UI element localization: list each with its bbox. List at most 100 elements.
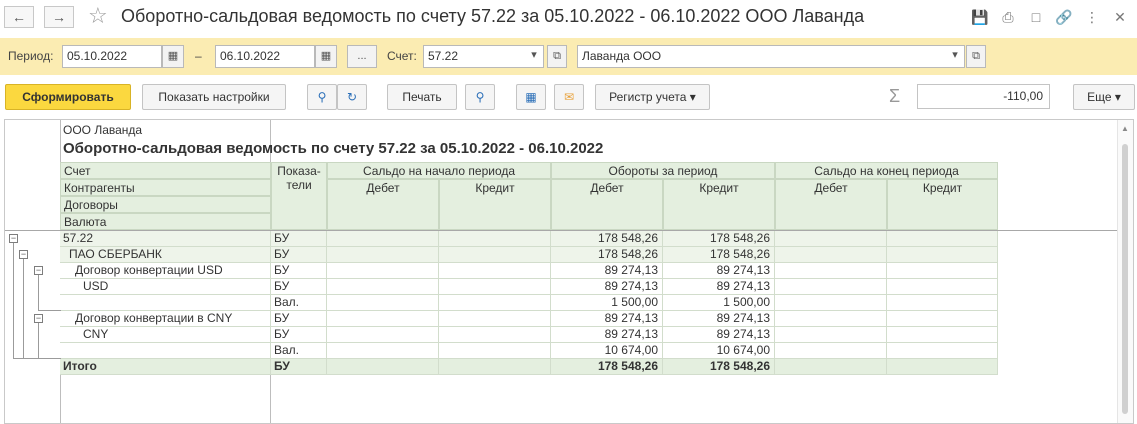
close-icon[interactable]: ✕ xyxy=(1111,8,1129,26)
search-next-icon[interactable]: ↻ xyxy=(337,84,367,110)
tree-line xyxy=(13,243,14,358)
save-icon[interactable]: 💾 xyxy=(971,8,989,26)
row-indicator: Вал. xyxy=(271,343,327,359)
more-dropdown[interactable]: Еще ▾ xyxy=(1073,84,1135,110)
tree-line xyxy=(13,358,61,359)
collapse-toggle-icon[interactable]: − xyxy=(9,234,18,243)
empty-cell xyxy=(327,279,439,295)
turnover-debit: 178 548,26 xyxy=(551,359,663,375)
calendar-icon[interactable]: ▦ xyxy=(162,45,184,68)
star-icon[interactable]: ☆ xyxy=(88,3,108,29)
header-credit: Кредит xyxy=(887,179,998,230)
register-dropdown[interactable]: Регистр учета ▾ xyxy=(595,84,710,110)
empty-cell xyxy=(439,279,551,295)
row-indicator: БУ xyxy=(271,327,327,343)
empty-cell xyxy=(327,343,439,359)
header-opening-balance: Сальдо на начало периода xyxy=(327,162,551,179)
empty-cell xyxy=(327,311,439,327)
empty-cell xyxy=(775,263,887,279)
print-button[interactable]: Печать xyxy=(387,84,457,110)
collapse-toggle-icon[interactable]: − xyxy=(19,250,28,259)
turnover-debit: 89 274,13 xyxy=(551,263,663,279)
empty-cell xyxy=(887,359,998,375)
collapse-toggle-icon[interactable]: − xyxy=(34,314,43,323)
empty-cell xyxy=(887,231,998,247)
date-from-input[interactable]: 05.10.2022 xyxy=(62,45,162,68)
row-indicator: БУ xyxy=(271,231,327,247)
scroll-up-icon[interactable]: ▲ xyxy=(1121,124,1129,133)
row-name xyxy=(60,295,271,311)
tree-line xyxy=(23,358,24,359)
row-name xyxy=(60,343,271,359)
row-name: Договор конвертации в CNY xyxy=(60,311,271,327)
command-bar: Сформировать Показать настройки ⚲ ↻ Печа… xyxy=(0,84,1137,112)
date-to-input[interactable]: 06.10.2022 xyxy=(215,45,315,68)
empty-cell xyxy=(887,327,998,343)
save-disk-icon[interactable]: ▦ xyxy=(516,84,546,110)
open-icon[interactable]: ⧉ xyxy=(547,45,567,68)
header-indicators: Показа- тели xyxy=(271,162,327,230)
empty-cell xyxy=(327,263,439,279)
empty-cell xyxy=(439,263,551,279)
empty-cell xyxy=(775,247,887,263)
header-debit: Дебет xyxy=(775,179,887,230)
turnover-credit: 89 274,13 xyxy=(663,311,775,327)
header-account: Счет xyxy=(60,162,271,179)
empty-cell xyxy=(775,279,887,295)
header-debit: Дебет xyxy=(551,179,663,230)
report-title: Оборотно-сальдовая ведомость по счету 57… xyxy=(63,140,604,157)
row-indicator: БУ xyxy=(271,247,327,263)
empty-cell xyxy=(327,247,439,263)
empty-cell xyxy=(775,311,887,327)
empty-cell xyxy=(887,311,998,327)
turnover-credit: 89 274,13 xyxy=(663,279,775,295)
print-preview-icon[interactable]: ⚲ xyxy=(465,84,495,110)
empty-cell xyxy=(775,327,887,343)
link-icon[interactable]: 🔗 xyxy=(1055,8,1073,26)
scroll-thumb[interactable] xyxy=(1122,144,1128,414)
empty-cell xyxy=(327,231,439,247)
turnover-debit: 178 548,26 xyxy=(551,231,663,247)
search-icon[interactable]: ⚲ xyxy=(307,84,337,110)
mail-icon[interactable]: ✉ xyxy=(554,84,584,110)
row-name: 57.22 xyxy=(60,231,271,247)
chevron-down-icon: ▾ xyxy=(1114,90,1121,104)
empty-cell xyxy=(775,343,887,359)
calendar-icon[interactable]: ▦ xyxy=(315,45,337,68)
turnover-debit: 89 274,13 xyxy=(551,311,663,327)
turnover-credit: 178 548,26 xyxy=(663,247,775,263)
params-panel: Период: 05.10.2022 ▦ – 06.10.2022 ▦ ... … xyxy=(0,38,1137,75)
sum-field: -110,00 xyxy=(917,84,1050,109)
forward-arrow-icon[interactable]: → xyxy=(44,6,74,28)
show-settings-button[interactable]: Показать настройки xyxy=(142,84,286,110)
generate-button[interactable]: Сформировать xyxy=(5,84,131,110)
more-vertical-icon[interactable]: ⋮ xyxy=(1083,8,1101,26)
empty-cell xyxy=(439,343,551,359)
header-counterparty: Контрагенты xyxy=(60,179,271,196)
header-closing-balance: Сальдо на конец периода xyxy=(775,162,998,179)
dropdown-icon[interactable]: ▾ xyxy=(524,45,544,68)
dropdown-icon[interactable]: ▾ xyxy=(945,45,965,68)
empty-cell xyxy=(439,247,551,263)
collapse-toggle-icon[interactable]: − xyxy=(34,266,43,275)
header-contract: Договоры xyxy=(60,196,271,213)
report-org-name: ООО Лаванда xyxy=(63,123,143,137)
open-icon[interactable]: ⧉ xyxy=(966,45,986,68)
turnover-credit: 89 274,13 xyxy=(663,327,775,343)
row-name: ПАО СБЕРБАНК xyxy=(60,247,271,263)
turnover-credit: 89 274,13 xyxy=(663,263,775,279)
header-debit: Дебет xyxy=(327,179,439,230)
vertical-scrollbar[interactable]: ▲ xyxy=(1117,120,1133,423)
empty-cell xyxy=(439,231,551,247)
back-arrow-icon[interactable]: ← xyxy=(4,6,34,28)
preview-icon[interactable]: □ xyxy=(1027,8,1045,26)
more-period-button[interactable]: ... xyxy=(347,45,377,68)
print-icon[interactable]: ⎙ xyxy=(999,8,1017,26)
organization-input[interactable]: Лаванда ООО xyxy=(577,45,965,68)
tree-line xyxy=(23,259,24,358)
title-bar: ← → ☆ Оборотно-сальдовая ведомость по сч… xyxy=(0,0,1137,34)
register-label: Регистр учета xyxy=(609,90,687,104)
report-area[interactable]: ООО Лаванда Оборотно-сальдовая ведомость… xyxy=(4,119,1134,424)
turnover-credit: 178 548,26 xyxy=(663,359,775,375)
header-currency: Валюта xyxy=(60,213,271,230)
